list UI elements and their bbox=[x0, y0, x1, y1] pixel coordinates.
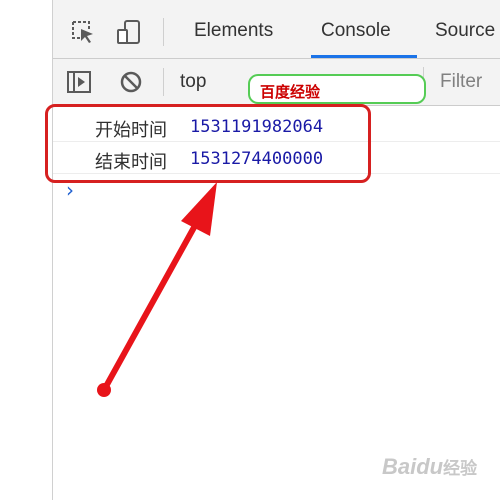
tab-sources[interactable]: Source bbox=[435, 20, 495, 58]
highlight-box bbox=[45, 104, 371, 183]
context-selector[interactable]: top bbox=[180, 71, 206, 93]
brand-watermark: Baidu经验 bbox=[382, 454, 477, 480]
watermark-label: 百度经验 bbox=[248, 74, 426, 104]
console-prompt[interactable]: › bbox=[66, 178, 74, 202]
device-toolbar-icon[interactable] bbox=[115, 18, 143, 46]
tab-elements[interactable]: Elements bbox=[194, 20, 273, 58]
sidebar-toggle-icon[interactable] bbox=[65, 68, 93, 96]
left-gutter bbox=[0, 0, 53, 500]
toolbar-separator bbox=[163, 68, 164, 96]
tab-console[interactable]: Console bbox=[311, 20, 417, 58]
watermark-sub: 经验 bbox=[443, 459, 478, 478]
tab-separator bbox=[163, 18, 164, 46]
watermark-brand: Baidu bbox=[382, 454, 444, 479]
inspect-element-icon[interactable] bbox=[69, 18, 97, 46]
filter-input[interactable]: Filter bbox=[440, 71, 482, 93]
clear-console-icon[interactable] bbox=[117, 68, 145, 96]
devtools-tab-bar: Elements Console Source bbox=[53, 0, 500, 59]
